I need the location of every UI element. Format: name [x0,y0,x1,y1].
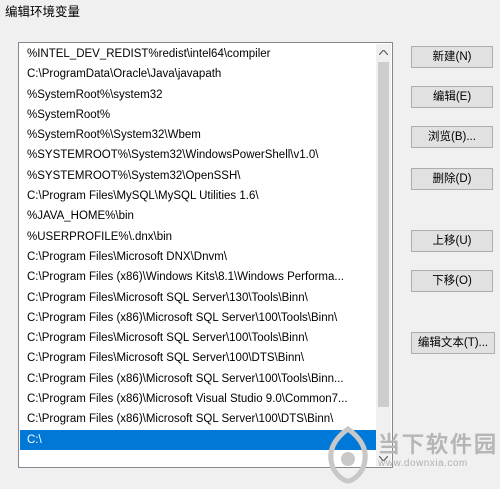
new-button[interactable]: 新建(N) [411,46,493,68]
list-item[interactable]: C:\Program Files (x86)\Microsoft Visual … [20,389,377,409]
move-up-button[interactable]: 上移(U) [411,230,493,252]
browse-button[interactable]: 浏览(B)... [411,126,493,148]
delete-button[interactable]: 删除(D) [411,168,493,190]
list-item[interactable]: %SystemRoot%\system32 [20,85,377,105]
path-list-rows: %INTEL_DEV_REDIST%redist\intel64\compile… [20,44,377,450]
list-item[interactable]: C:\Program Files\Microsoft SQL Server\10… [20,328,377,348]
edit-button[interactable]: 编辑(E) [411,86,493,108]
list-item[interactable]: C:\Program Files\Microsoft SQL Server\13… [20,288,377,308]
list-item[interactable]: %SystemRoot%\System32\Wbem [20,125,377,145]
watermark-logo-icon [328,425,368,484]
list-item[interactable]: C:\Program Files\Microsoft DNX\Dnvm\ [20,247,377,267]
list-item[interactable]: C:\Program Files\MySQL\MySQL Utilities 1… [20,186,377,206]
edit-text-button[interactable]: 编辑文本(T)... [411,332,495,354]
watermark-brand: 当下软件园 [378,432,499,457]
scrollbar-thumb[interactable] [378,62,389,407]
list-item[interactable]: C:\Program Files\Microsoft SQL Server\10… [20,348,377,368]
list-item[interactable]: %SystemRoot% [20,105,377,125]
window-title: 编辑环境变量 [5,5,81,19]
list-item[interactable]: %INTEL_DEV_REDIST%redist\intel64\compile… [20,44,377,64]
list-item[interactable]: C:\Program Files (x86)\Microsoft SQL Ser… [20,369,377,389]
list-item[interactable]: C:\Program Files (x86)\Windows Kits\8.1\… [20,267,377,287]
scroll-up-arrow-icon[interactable] [376,44,391,60]
list-item[interactable]: %JAVA_HOME%\bin [20,206,377,226]
list-item[interactable]: %SYSTEMROOT%\System32\OpenSSH\ [20,166,377,186]
move-down-button[interactable]: 下移(O) [411,270,493,292]
vertical-scrollbar[interactable] [376,44,391,466]
path-list[interactable]: %INTEL_DEV_REDIST%redist\intel64\compile… [18,42,393,468]
list-item[interactable]: C:\Program Files (x86)\Microsoft SQL Ser… [20,308,377,328]
watermark: 当下软件园 www.downxia.com [320,425,500,489]
list-item[interactable]: C:\ProgramData\Oracle\Java\javapath [20,64,377,84]
list-item[interactable]: %USERPROFILE%\.dnx\bin [20,227,377,247]
list-item[interactable]: %SYSTEMROOT%\System32\WindowsPowerShell\… [20,145,377,165]
watermark-url: www.downxia.com [378,458,468,469]
